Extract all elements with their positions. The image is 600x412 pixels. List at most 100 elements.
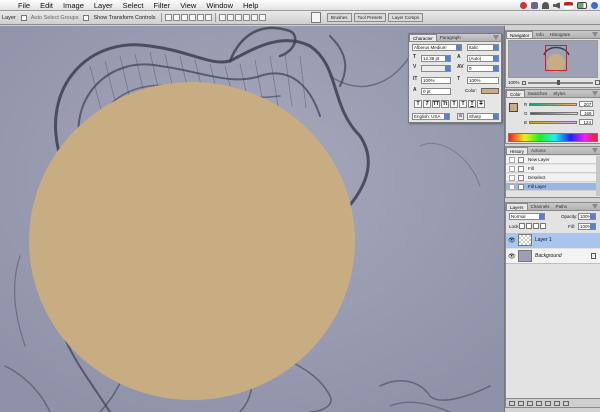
- trash-icon[interactable]: [563, 400, 569, 406]
- tab-channels[interactable]: Channels: [528, 203, 553, 210]
- tracking-field[interactable]: 0: [467, 65, 499, 72]
- faux-italic-button[interactable]: T: [423, 100, 431, 108]
- history-brush-source-icon[interactable]: [509, 184, 515, 190]
- green-value[interactable]: 169: [579, 110, 594, 116]
- tab-info[interactable]: Info: [533, 31, 547, 38]
- tab-swatches[interactable]: Swatches: [525, 90, 551, 97]
- history-brush-source-icon[interactable]: [509, 157, 515, 163]
- skin-circle-shape[interactable]: [29, 82, 355, 400]
- panel-menu-icon[interactable]: [592, 91, 598, 96]
- tab-paragraph[interactable]: Paragraph: [437, 34, 464, 41]
- language-select[interactable]: English: USA: [412, 113, 450, 120]
- layer-name[interactable]: Background: [535, 253, 591, 259]
- leading-field[interactable]: (Auto): [467, 55, 499, 62]
- menu-help[interactable]: Help: [238, 0, 263, 11]
- tab-layers[interactable]: Layers: [506, 203, 528, 210]
- lock-image-icon[interactable]: [526, 223, 532, 229]
- lock-all-icon[interactable]: [540, 223, 546, 229]
- layer-row-layer-1[interactable]: 👁 Layer 1: [506, 233, 600, 248]
- adjustment-layer-icon[interactable]: [536, 400, 542, 406]
- menu-edit[interactable]: Edit: [35, 0, 58, 11]
- font-size-field[interactable]: 12.38 pt: [421, 55, 451, 62]
- horizontal-scale-field[interactable]: 100%: [467, 77, 499, 84]
- layer-row-background[interactable]: 👁 Background: [506, 249, 600, 264]
- lock-position-icon[interactable]: [533, 223, 539, 229]
- menu-select[interactable]: Select: [118, 0, 149, 11]
- tab-paths[interactable]: Paths: [553, 203, 571, 210]
- layer-style-icon[interactable]: [518, 400, 524, 406]
- volume-icon[interactable]: [553, 2, 560, 9]
- underline-button[interactable]: T: [468, 100, 476, 108]
- zoom-in-icon[interactable]: [595, 80, 600, 85]
- show-transform-checkbox[interactable]: [83, 14, 90, 21]
- eye-icon[interactable]: 👁: [508, 253, 516, 260]
- flag-icon[interactable]: [564, 2, 573, 9]
- panel-menu-icon[interactable]: [592, 204, 598, 209]
- palette-well-toggle-icon[interactable]: [311, 12, 321, 23]
- tab-styles[interactable]: Styles: [550, 90, 568, 97]
- distribute-bottom-icon[interactable]: [234, 14, 242, 21]
- history-brush-source-icon[interactable]: [509, 166, 515, 172]
- faux-bold-button[interactable]: T: [414, 100, 422, 108]
- fill-field[interactable]: 100%: [578, 223, 596, 230]
- auto-select-checkbox[interactable]: [20, 14, 27, 21]
- distribute-top-icon[interactable]: [218, 14, 226, 21]
- font-family-select[interactable]: Alberus Medium: [412, 44, 462, 51]
- layer-mask-icon[interactable]: [527, 400, 533, 406]
- panel-menu-icon[interactable]: [493, 35, 499, 40]
- navigator-thumbnail[interactable]: [508, 40, 598, 78]
- all-caps-button[interactable]: TT: [432, 100, 440, 108]
- menu-file[interactable]: File: [13, 0, 35, 11]
- align-top-icon[interactable]: [164, 14, 172, 21]
- panel-menu-icon[interactable]: [592, 32, 598, 37]
- zoom-value[interactable]: 100%: [508, 80, 520, 85]
- blend-mode-select[interactable]: Normal: [509, 213, 545, 220]
- distribute-vcenter-icon[interactable]: [226, 14, 234, 21]
- well-tab-brushes[interactable]: Brushes: [327, 13, 352, 22]
- spotlight-icon[interactable]: [591, 2, 598, 9]
- text-color-swatch[interactable]: [481, 88, 499, 94]
- baseline-shift-field[interactable]: 0 pt: [421, 88, 451, 95]
- distribute-right-icon[interactable]: [258, 14, 266, 21]
- tab-histogram[interactable]: Histogram: [547, 31, 574, 38]
- bluetooth-icon[interactable]: [531, 2, 538, 9]
- align-left-icon[interactable]: [188, 14, 196, 21]
- new-group-icon[interactable]: [545, 400, 551, 406]
- menu-layer[interactable]: Layer: [89, 0, 118, 11]
- foreground-color-swatch[interactable]: [509, 103, 518, 112]
- align-right-icon[interactable]: [204, 14, 212, 21]
- zoom-slider[interactable]: [527, 79, 593, 85]
- history-item[interactable]: New Layer: [506, 156, 600, 164]
- distribute-left-icon[interactable]: [242, 14, 250, 21]
- antialias-select[interactable]: Sharp: [467, 113, 499, 120]
- kerning-field[interactable]: [421, 65, 451, 72]
- subscript-button[interactable]: T: [459, 100, 467, 108]
- panel-menu-icon[interactable]: [592, 148, 598, 153]
- history-scrollbar[interactable]: [596, 156, 600, 196]
- align-bottom-icon[interactable]: [180, 14, 188, 21]
- font-style-select[interactable]: Italic: [467, 44, 499, 51]
- red-slider[interactable]: [529, 102, 578, 106]
- color-spectrum-ramp[interactable]: [508, 133, 598, 142]
- history-item-selected[interactable]: Fill Layer: [506, 183, 600, 191]
- align-hcenter-icon[interactable]: [196, 14, 204, 21]
- menu-image[interactable]: Image: [58, 0, 89, 11]
- well-tab-tool-presets[interactable]: Tool Presets: [353, 13, 387, 22]
- menu-filter[interactable]: Filter: [149, 0, 176, 11]
- tab-character[interactable]: Character: [409, 34, 437, 41]
- distribute-hcenter-icon[interactable]: [250, 14, 258, 21]
- strikethrough-button[interactable]: T: [477, 100, 485, 108]
- blue-slider[interactable]: [529, 120, 578, 124]
- eye-icon[interactable]: 👁: [508, 237, 516, 244]
- tab-actions[interactable]: Actions: [528, 147, 549, 154]
- opacity-field[interactable]: 100%: [578, 213, 596, 220]
- history-item[interactable]: Deselect: [506, 174, 600, 182]
- navigator-view-box[interactable]: [545, 45, 567, 71]
- superscript-button[interactable]: T: [450, 100, 458, 108]
- small-caps-button[interactable]: Tt: [441, 100, 449, 108]
- script-icon[interactable]: [520, 2, 527, 9]
- history-item[interactable]: Fill: [506, 165, 600, 173]
- battery-icon[interactable]: [577, 2, 587, 9]
- layer-name[interactable]: Layer 1: [535, 237, 600, 243]
- blue-value[interactable]: 124: [579, 119, 594, 125]
